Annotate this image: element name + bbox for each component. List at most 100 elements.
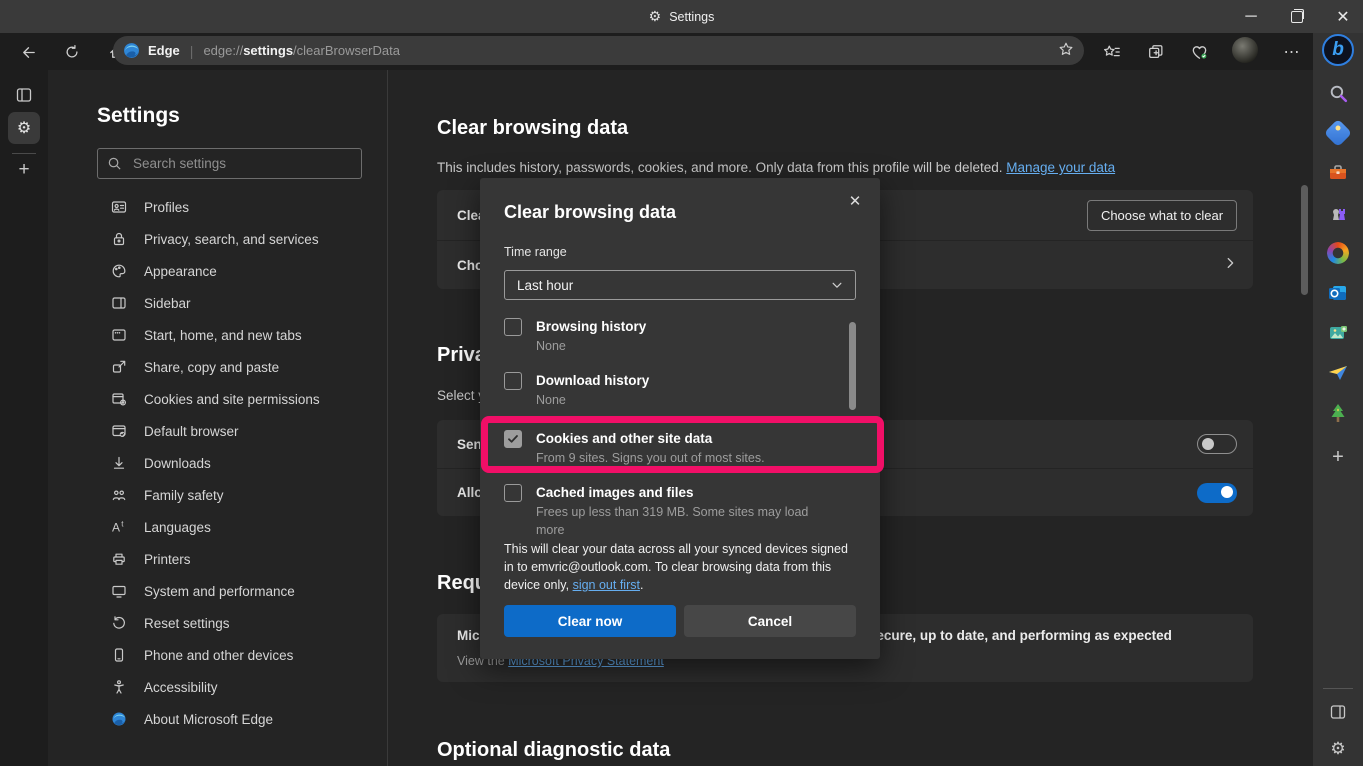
bing-chat-button[interactable]: b xyxy=(1322,34,1354,66)
toggle-knob xyxy=(1202,438,1214,450)
sidebar-item-printers[interactable]: Printers xyxy=(96,543,381,575)
close-window-button[interactable]: ✕ xyxy=(1320,0,1363,33)
time-range-select[interactable]: Last hour xyxy=(504,270,856,300)
edge-logo-icon xyxy=(123,42,140,59)
sidebar-heading: Settings xyxy=(97,104,180,128)
sidebar-item-family-safety[interactable]: Family safety xyxy=(96,479,381,511)
sidebar-m365-button[interactable] xyxy=(1320,236,1356,270)
cookies-checkbox[interactable] xyxy=(504,430,522,448)
sidebar-outlook-button[interactable] xyxy=(1320,276,1356,310)
sidebar-item-share-copy[interactable]: Share, copy and paste xyxy=(96,351,381,383)
m365-icon xyxy=(1327,242,1349,264)
sidebar-item-phone-devices[interactable]: Phone and other devices xyxy=(96,639,381,671)
sidebar-item-privacy[interactable]: Privacy, search, and services xyxy=(96,223,381,255)
sidebar-tools-button[interactable] xyxy=(1320,156,1356,190)
active-tab-title: ⚙ Settings xyxy=(0,0,1363,33)
sync-note: This will clear your data across all you… xyxy=(504,540,858,594)
url-text[interactable]: edge://settings/clearBrowserData xyxy=(203,43,400,58)
restore-button[interactable] xyxy=(1274,0,1320,33)
sync-note-text: This will clear your data across all you… xyxy=(504,542,848,592)
do-not-track-toggle[interactable] xyxy=(1197,434,1237,454)
sign-out-first-link[interactable]: sign out first xyxy=(573,578,640,592)
sidebar-item-sidebar[interactable]: Sidebar xyxy=(96,287,381,319)
tree-icon xyxy=(1328,402,1348,424)
collections-button[interactable] xyxy=(1141,37,1171,67)
cached-images-checkbox[interactable] xyxy=(504,484,522,502)
settings-search-box[interactable] xyxy=(97,148,362,179)
chevron-right-icon xyxy=(1223,256,1237,275)
clear-now-button[interactable]: Clear now xyxy=(504,605,676,637)
refresh-button[interactable] xyxy=(57,37,87,67)
manage-your-data-link[interactable]: Manage your data xyxy=(1006,160,1115,175)
sidebar-tree-button[interactable] xyxy=(1320,396,1356,430)
rail-divider xyxy=(12,153,36,154)
sidebar-drop-button[interactable] xyxy=(1320,356,1356,390)
sidebar-search-button[interactable] xyxy=(1320,76,1356,110)
sidebar-item-start-home[interactable]: Start, home, and new tabs xyxy=(96,319,381,351)
default-browser-icon xyxy=(110,423,127,440)
gear-icon: ⚙ xyxy=(649,8,662,25)
download-icon xyxy=(110,455,127,472)
monitor-icon xyxy=(110,583,127,600)
sidebar-item-reset-settings[interactable]: Reset settings xyxy=(96,607,381,639)
page-scrollbar-thumb[interactable] xyxy=(1301,185,1308,295)
favorites-button[interactable] xyxy=(1097,37,1127,67)
sidebar-item-accessibility[interactable]: Accessibility xyxy=(96,671,381,703)
sidebar-item-system-performance[interactable]: System and performance xyxy=(96,575,381,607)
address-separator: | xyxy=(190,43,194,59)
sidebar-customize-button[interactable]: + xyxy=(1320,440,1356,474)
cancel-button[interactable]: Cancel xyxy=(684,605,856,637)
collections-icon xyxy=(1147,43,1165,61)
back-button[interactable] xyxy=(13,37,43,67)
essentials-heart-icon xyxy=(1190,43,1209,62)
tab-actions-button[interactable] xyxy=(15,86,33,109)
sidebar-item-profiles[interactable]: Profiles xyxy=(96,191,381,223)
check-icon xyxy=(507,433,519,445)
url-path: /clearBrowserData xyxy=(293,43,400,58)
chess-icon xyxy=(1327,202,1349,224)
address-bar[interactable]: Edge | edge://settings/clearBrowserData xyxy=(113,36,1084,65)
site-button-label[interactable]: Edge xyxy=(148,43,180,58)
sidebar-divider xyxy=(1323,688,1353,689)
dialog-scrollbar-thumb[interactable] xyxy=(849,322,856,410)
sidebar-item-about-edge[interactable]: About Microsoft Edge xyxy=(96,703,381,735)
choose-what-to-clear-button[interactable]: Choose what to clear xyxy=(1087,200,1237,231)
item-label: Download history xyxy=(536,372,649,390)
dialog-close-button[interactable]: ✕ xyxy=(842,188,868,214)
download-history-checkbox[interactable] xyxy=(504,372,522,390)
avatar-image xyxy=(1232,37,1258,63)
browsing-history-checkbox[interactable] xyxy=(504,318,522,336)
item-label: Cached images and files xyxy=(536,484,834,502)
sidebar-designer-button[interactable] xyxy=(1320,316,1356,350)
payment-methods-toggle[interactable] xyxy=(1197,483,1237,503)
sidebar-settings-button[interactable]: ⚙ xyxy=(1320,732,1356,766)
minimize-button[interactable]: ─ xyxy=(1228,0,1274,33)
sidebar-item-default-browser[interactable]: Default browser xyxy=(96,415,381,447)
item-detail: None xyxy=(536,337,646,355)
sidebar-item-cookies-permissions[interactable]: Cookies and site permissions xyxy=(96,383,381,415)
search-input[interactable] xyxy=(131,155,352,172)
svg-text:A: A xyxy=(112,521,120,535)
edge-window: ⚙ Settings ─ ✕ Edge | edge://settings/cl… xyxy=(0,0,1363,766)
favorite-star-button[interactable] xyxy=(1058,41,1074,60)
languages-icon: At xyxy=(110,519,127,536)
toggle-knob xyxy=(1221,486,1233,498)
sidebar-games-button[interactable] xyxy=(1320,196,1356,230)
more-menu-button[interactable]: ⋯ xyxy=(1277,37,1307,67)
sidebar-panel-button[interactable] xyxy=(1320,695,1356,729)
svg-text:t: t xyxy=(121,520,124,529)
profiles-icon xyxy=(110,199,127,216)
new-tab-button[interactable]: + xyxy=(12,158,36,182)
profile-avatar[interactable] xyxy=(1232,37,1258,63)
sidebar-shopping-button[interactable] xyxy=(1320,116,1356,150)
printer-icon xyxy=(110,551,127,568)
cached-images-item: Cached images and files Frees up less th… xyxy=(504,484,834,539)
sidebar-item-downloads[interactable]: Downloads xyxy=(96,447,381,479)
settings-tab-active[interactable]: ⚙ xyxy=(8,112,40,144)
sidebar-item-appearance[interactable]: Appearance xyxy=(96,255,381,287)
search-icon xyxy=(1328,83,1349,104)
sidebar-layout-icon xyxy=(110,295,127,312)
sidebar-item-languages[interactable]: At Languages xyxy=(96,511,381,543)
tab-title-text: Settings xyxy=(669,10,714,24)
browser-essentials-button[interactable] xyxy=(1184,37,1214,67)
